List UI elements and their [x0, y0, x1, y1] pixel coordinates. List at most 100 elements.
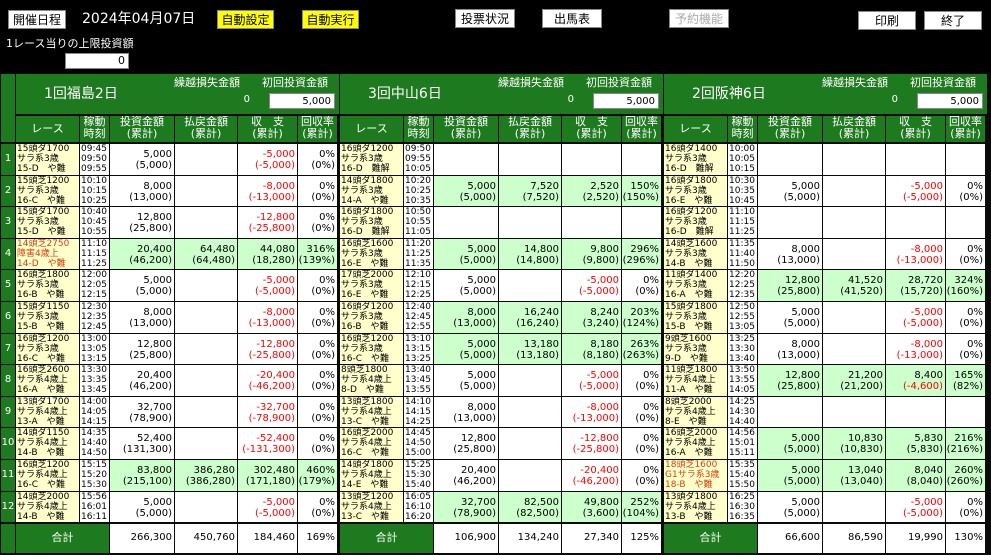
- row-number: 5: [1, 270, 15, 301]
- race-info[interactable]: 9頭芝1600 サラ系3歳 9-D や難: [664, 333, 727, 365]
- exit-button[interactable]: 終了: [924, 11, 982, 30]
- balance-amount: [886, 207, 945, 238]
- invest-amount: 5,000 (5,000): [110, 491, 174, 523]
- race-info[interactable]: 16頭ダ1200 サラ系3歳 16-B や難: [340, 302, 403, 333]
- run-times: 14:10 14:15 14:25: [404, 396, 433, 428]
- run-times: 16:25 16:30 16:35: [728, 491, 757, 523]
- race-info[interactable]: 16頭ダ1400 サラ系3歳 16-D 難解: [664, 144, 727, 175]
- recovery-rate: 203% (124%): [622, 302, 661, 333]
- first-invest-input[interactable]: 5,000: [917, 93, 983, 109]
- carry-loss-label: 繰越損失金額: [498, 77, 564, 89]
- race-info[interactable]: 15頭ダ1800 サラ系3歳 15-B や難: [664, 302, 727, 333]
- entries-button[interactable]: 出馬表: [542, 9, 602, 28]
- race-info[interactable]: 16頭芝2000 サラ系4歳上 16-A や難: [664, 428, 727, 459]
- race-info[interactable]: 11頭芝1800 サラ系4歳上 11-A や難: [664, 365, 727, 396]
- run-times: 13:50 13:55 14:05: [728, 365, 757, 396]
- invest-amount: 12,800 (25,800): [758, 365, 822, 396]
- first-invest-label: 初回投資金額: [586, 77, 652, 89]
- run-times: 13:00 13:05 13:15: [80, 333, 109, 365]
- vote-status-button[interactable]: 投票状況: [455, 9, 515, 28]
- recovery-rate: 0% (0%): [298, 396, 337, 428]
- race-info[interactable]: 13頭芝1800 サラ系4歳上 13-C や難: [340, 396, 403, 428]
- race-info[interactable]: 16頭芝1200 サラ系4歳上 16-C や難: [16, 460, 79, 491]
- reservation-button[interactable]: 予約機能: [669, 9, 729, 28]
- balance-amount: -5,000 (-5,000): [886, 302, 945, 333]
- first-invest-input[interactable]: 5,000: [593, 93, 659, 109]
- balance-amount: 8,040 (8,040): [886, 460, 945, 491]
- print-button[interactable]: 印刷: [858, 11, 916, 30]
- run-times: 10:30 10:35 10:45: [728, 175, 757, 207]
- recovery-rate: 252% (104%): [622, 491, 661, 523]
- recovery-rate: 0% (0%): [298, 302, 337, 333]
- race-info[interactable]: 14頭芝1600 サラ系3歳 14-B や難: [664, 238, 727, 270]
- invest-amount: 12,800 (25,800): [110, 333, 174, 365]
- race-col-header: レース: [340, 116, 403, 142]
- race-grid: 1 2 3 4 5 6 7 8 9 10 11 12 1回福島2日 繰越損失金額 0 初回投資金額 5,000 レ…: [0, 73, 991, 555]
- auto-run-button[interactable]: 自動実行: [302, 10, 359, 29]
- race-info[interactable]: 8頭芝1800 サラ系4歳上 8-D や難: [340, 365, 403, 396]
- total-label: 合計: [340, 524, 433, 553]
- first-invest-input[interactable]: 5,000: [269, 93, 335, 109]
- race-info[interactable]: 16頭芝2600 サラ系4歳上 16-A や難: [16, 365, 79, 396]
- race-info[interactable]: 14頭芝2000 サラ系4歳上 14-B や難: [16, 491, 79, 523]
- race-info[interactable]: 18頭芝1600 G1サラ系3歳 18-B や難: [664, 460, 727, 491]
- total-balance: 19,990: [886, 524, 945, 553]
- race-info[interactable]: 14頭ダ1800 サラ系3歳 14-A や難: [340, 175, 403, 207]
- time-col-header: 稼動 時刻: [80, 116, 109, 142]
- balance-col-header: 収 支 (累計): [238, 116, 297, 142]
- race-info[interactable]: 16頭芝1600 サラ系3歳 16-E や難: [340, 238, 403, 270]
- recovery-rate: [622, 207, 661, 238]
- race-info[interactable]: 16頭ダ1800 サラ系3歳 16-E や難: [664, 175, 727, 207]
- total-label: 合計: [16, 524, 109, 553]
- row-number: 1: [1, 144, 15, 175]
- race-info[interactable]: 16頭芝2000 サラ系4歳上 16-C や難: [340, 428, 403, 459]
- auto-settings-button[interactable]: 自動設定: [217, 10, 274, 29]
- run-times: 09:50 09:55 10:05: [404, 144, 433, 175]
- race-limit-input[interactable]: 0: [65, 53, 129, 69]
- invest-amount: 12,800 (25,800): [758, 270, 822, 301]
- total-invest: 66,600: [758, 524, 822, 553]
- run-times: 13:25 13:30 13:40: [728, 333, 757, 365]
- invest-amount: [758, 396, 822, 428]
- run-times: 16:05 16:10 16:20: [404, 491, 433, 523]
- total-invest: 106,900: [434, 524, 498, 553]
- race-info[interactable]: 11頭ダ1400 サラ系3歳 16-A や難: [664, 270, 727, 301]
- race-info[interactable]: 17頭芝2000 サラ系3歳 16-E や難: [340, 270, 403, 301]
- race-info[interactable]: 16頭ダ1800 サラ系3歳 16-D 難解: [340, 207, 403, 238]
- race-info[interactable]: 16頭芝1200 サラ系3歳 16-C や難: [340, 333, 403, 365]
- invest-amount: 12,800 (25,800): [434, 428, 498, 459]
- balance-amount: -8,000 (-13,000): [562, 396, 621, 428]
- race-info[interactable]: 15頭ダ1700 サラ系3歳 15-D や難: [16, 144, 79, 175]
- race-info[interactable]: 16頭芝1200 サラ系3歳 16-C や難: [16, 333, 79, 365]
- payout-col-header: 払戻金額 (累計): [499, 116, 561, 142]
- recovery-rate: 0% (0%): [622, 396, 661, 428]
- payout-amount: [499, 207, 561, 238]
- race-info[interactable]: 13頭ダ1700 サラ系4歳上 13-A や難: [16, 396, 79, 428]
- race-info[interactable]: 14頭芝2750 障害4歳上 14-D や難: [16, 238, 79, 270]
- payout-amount: [175, 144, 237, 175]
- race-info[interactable]: 15頭ダ1700 サラ系3歳 15-D や難: [16, 207, 79, 238]
- row-number: 10: [1, 428, 15, 459]
- recovery-rate: 296% (296%): [622, 238, 661, 270]
- race-info[interactable]: 15頭芝1200 サラ系3歳 16-C や難: [16, 175, 79, 207]
- invest-amount: 5,000 (5,000): [434, 365, 498, 396]
- race-info[interactable]: 14頭ダ1150 サラ系4歳上 14-B や難: [16, 428, 79, 459]
- race-info[interactable]: 8頭芝2000 サラ系4歳上 8-E や難: [664, 396, 727, 428]
- payout-amount: [175, 396, 237, 428]
- race-info[interactable]: 16頭芝1800 サラ系3歳 16-B や難: [16, 270, 79, 301]
- venue-name: 2回阪神6日: [692, 86, 766, 102]
- recovery-rate: 0% (0%): [622, 428, 661, 459]
- balance-amount: -20,400 (-46,200): [562, 460, 621, 491]
- race-info[interactable]: 16頭ダ1200 サラ系3歳 16-D 難解: [664, 207, 727, 238]
- race-info[interactable]: 13頭芝1200 サラ系4歳上 13-C や難: [340, 491, 403, 523]
- invest-amount: 12,800 (25,800): [110, 207, 174, 238]
- race-info[interactable]: 14頭ダ1800 サラ系4歳上 14-E や難: [340, 460, 403, 491]
- recovery-rate: 0% (0%): [622, 270, 661, 301]
- balance-amount: -12,800 (-25,800): [562, 428, 621, 459]
- payout-amount: [175, 270, 237, 301]
- race-info[interactable]: 16頭ダ1200 サラ系3歳 16-D 難解: [340, 144, 403, 175]
- payout-amount: 82,500 (82,500): [499, 491, 561, 523]
- race-info[interactable]: 13頭ダ1800 サラ系4歳上 13-B や難: [664, 491, 727, 523]
- race-info[interactable]: 15頭ダ1150 サラ系3歳 15-B や難: [16, 302, 79, 333]
- recovery-rate: 0% (0%): [298, 270, 337, 301]
